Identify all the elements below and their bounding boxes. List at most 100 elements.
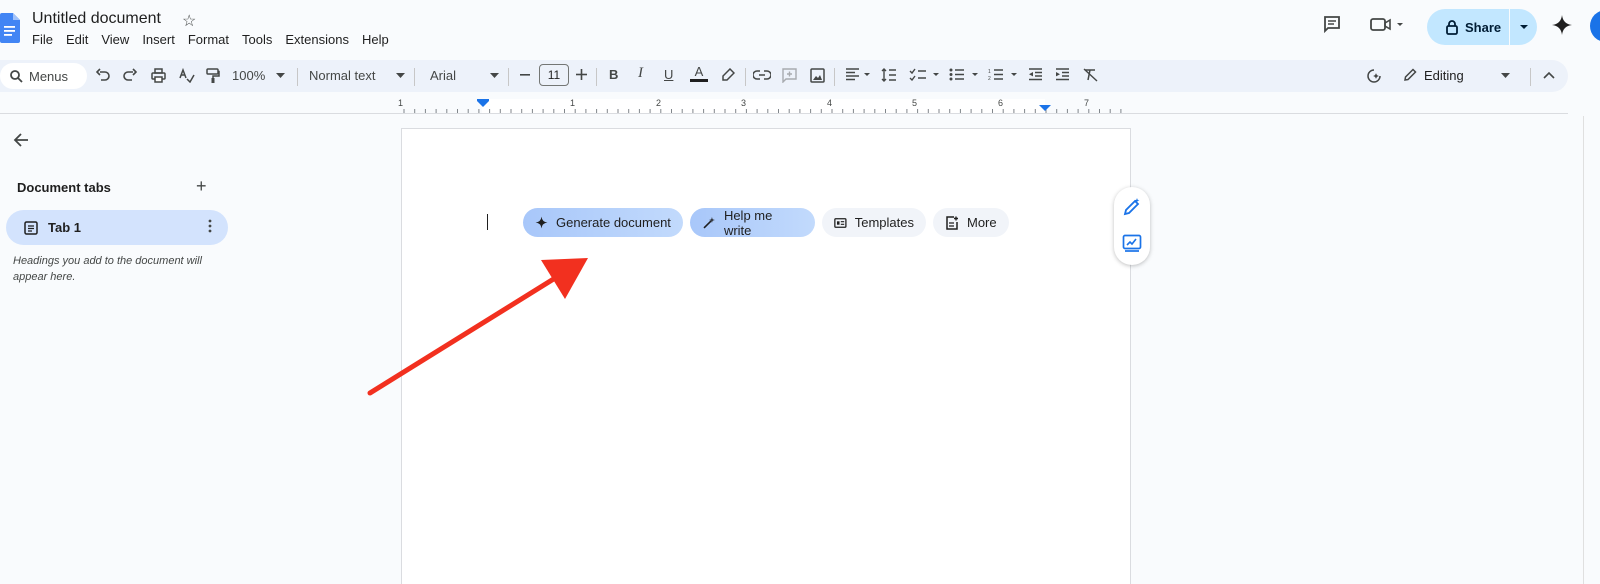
search-menus-input[interactable]: Menus xyxy=(0,63,87,89)
docs-logo-icon[interactable] xyxy=(0,13,20,48)
menu-tools[interactable]: Tools xyxy=(242,32,279,47)
ruler-label: 1 xyxy=(570,98,576,108)
share-options-caret-icon[interactable] xyxy=(1510,24,1537,30)
document-tabs-heading: Document tabs xyxy=(17,180,111,195)
menu-file[interactable]: File xyxy=(32,32,60,47)
document-tab-icon xyxy=(24,220,38,235)
floating-side-toolbar xyxy=(1114,187,1150,265)
menu-insert[interactable]: Insert xyxy=(142,32,182,47)
menu-help[interactable]: Help xyxy=(362,32,396,47)
text-cursor xyxy=(487,214,488,230)
help-me-write-label: Help me write xyxy=(723,207,773,238)
underline-icon[interactable]: U xyxy=(664,67,673,82)
suggest-edits-icon[interactable] xyxy=(1122,233,1142,258)
font-size-input[interactable]: 11 xyxy=(539,64,569,86)
clear-formatting-icon[interactable] xyxy=(1083,68,1098,82)
ruler-label: 4 xyxy=(827,98,833,108)
avatar[interactable] xyxy=(1590,10,1600,42)
editing-mode-select[interactable]: Editing xyxy=(1424,68,1464,83)
bold-icon[interactable]: B xyxy=(609,67,618,82)
toolbar-divider xyxy=(596,68,597,86)
font-caret-icon[interactable] xyxy=(490,73,499,78)
ruler-label: 7 xyxy=(1084,98,1090,108)
magic-pen-icon xyxy=(703,216,715,229)
comment-icon[interactable] xyxy=(1322,14,1342,39)
font-select[interactable]: Arial xyxy=(430,68,456,83)
toolbar-divider xyxy=(508,68,509,86)
back-arrow-icon[interactable] xyxy=(12,131,30,154)
headings-hint-text: Headings you add to the document will ap… xyxy=(13,255,202,283)
paint-format-icon[interactable] xyxy=(206,68,220,84)
history-sparkle-icon[interactable] xyxy=(1366,68,1382,84)
more-label: More xyxy=(967,215,997,230)
more-chip[interactable]: More xyxy=(933,208,1009,237)
tab-1[interactable]: Tab 1 xyxy=(6,210,228,245)
edit-sparkle-pen-icon[interactable] xyxy=(1122,197,1142,222)
generate-document-label: Generate document xyxy=(556,215,671,230)
undo-icon[interactable] xyxy=(96,68,110,82)
mode-caret-icon[interactable] xyxy=(1501,73,1510,78)
zoom-select[interactable]: 100% xyxy=(232,68,265,83)
menu-extensions[interactable]: Extensions xyxy=(285,32,356,47)
tab-options-kebab-icon[interactable] xyxy=(208,219,212,236)
menu-bar: File Edit View Insert Format Tools Exten… xyxy=(32,32,402,47)
templates-icon xyxy=(834,217,847,228)
decrease-font-size-icon[interactable] xyxy=(520,74,530,76)
share-button-group: Share xyxy=(1427,9,1537,45)
ruler-label: 6 xyxy=(998,98,1004,108)
sparkle-icon xyxy=(535,216,548,229)
toolbar-divider xyxy=(834,68,835,86)
toolbar-divider xyxy=(745,68,746,86)
formatting-toolbar: Menus 100% Normal text Arial 11 B I U A xyxy=(0,60,1568,92)
italic-icon[interactable]: I xyxy=(638,65,643,82)
more-insert-icon xyxy=(946,215,958,230)
paragraph-style-select[interactable]: Normal text xyxy=(309,68,375,83)
style-caret-icon[interactable] xyxy=(396,73,405,78)
menu-format[interactable]: Format xyxy=(188,32,236,47)
insert-image-icon[interactable] xyxy=(810,68,825,83)
toolbar-divider xyxy=(1530,68,1531,86)
print-icon[interactable] xyxy=(151,68,166,83)
line-spacing-icon[interactable] xyxy=(881,68,897,82)
add-tab-plus-icon[interactable]: + xyxy=(196,177,207,195)
annotation-arrow xyxy=(360,250,600,405)
redo-icon[interactable] xyxy=(123,68,137,82)
align-left-icon[interactable] xyxy=(845,68,871,81)
pencil-icon xyxy=(1403,68,1417,82)
menu-view[interactable]: View xyxy=(101,32,136,47)
ruler-label: 5 xyxy=(912,98,918,108)
lock-icon xyxy=(1446,20,1458,35)
ruler-label: 1 xyxy=(398,98,404,108)
generate-document-chip[interactable]: Generate document xyxy=(523,208,683,237)
horizontal-ruler[interactable]: 1 1 2 3 4 5 6 7 xyxy=(398,98,1130,113)
decrease-indent-icon[interactable] xyxy=(1028,68,1043,81)
menu-edit[interactable]: Edit xyxy=(66,32,95,47)
title-bar: Untitled document ☆ File Edit View Inser… xyxy=(0,0,1600,56)
highlight-color-icon[interactable] xyxy=(721,68,735,82)
ruler-divider xyxy=(0,113,1568,114)
bulleted-list-icon[interactable] xyxy=(949,68,981,81)
text-color-icon[interactable]: A xyxy=(690,65,708,82)
insert-link-icon[interactable] xyxy=(753,70,771,80)
checklist-icon[interactable] xyxy=(909,68,941,81)
numbered-list-icon[interactable]: 12 xyxy=(988,68,1020,81)
vertical-scrollbar[interactable] xyxy=(1583,116,1595,584)
share-button[interactable]: Share xyxy=(1427,19,1509,35)
increase-indent-icon[interactable] xyxy=(1055,68,1070,81)
search-label: Menus xyxy=(29,68,69,84)
search-icon xyxy=(10,69,23,83)
toolbar-divider xyxy=(414,68,415,86)
spellcheck-icon[interactable] xyxy=(179,68,195,83)
help-me-write-chip[interactable]: Help me write xyxy=(690,207,815,238)
share-label: Share xyxy=(1465,19,1502,35)
increase-font-size-icon[interactable] xyxy=(576,69,587,80)
add-comment-icon[interactable] xyxy=(782,68,797,83)
templates-chip[interactable]: Templates xyxy=(822,208,926,237)
star-icon[interactable]: ☆ xyxy=(182,11,196,31)
document-title[interactable]: Untitled document xyxy=(32,10,161,28)
meet-video-icon[interactable] xyxy=(1370,14,1406,39)
zoom-caret-icon[interactable] xyxy=(276,73,285,78)
ruler-label: 2 xyxy=(656,98,662,108)
gemini-sparkle-icon[interactable] xyxy=(1551,14,1573,41)
collapse-chevron-up-icon[interactable] xyxy=(1543,71,1555,79)
